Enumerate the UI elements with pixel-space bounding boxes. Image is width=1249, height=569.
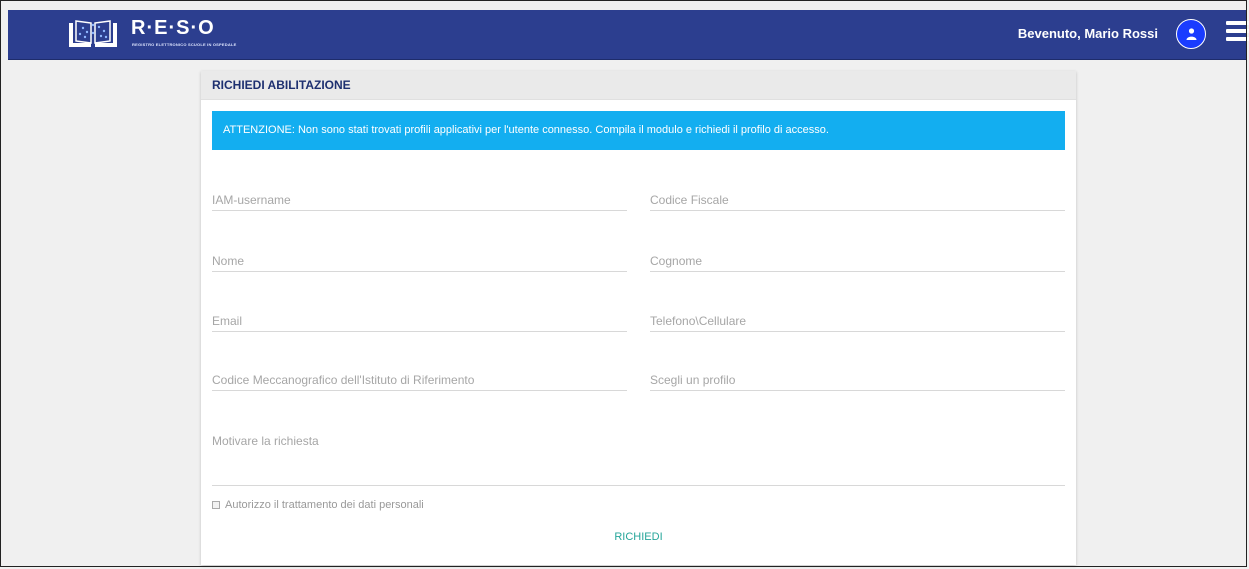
codice-fiscale-input[interactable] — [650, 189, 1065, 211]
iam-username-input[interactable] — [212, 189, 627, 211]
card-title: RICHIEDI ABILITAZIONE — [212, 78, 351, 92]
nome-input[interactable] — [212, 250, 627, 272]
user-icon — [1186, 28, 1197, 40]
request-access-card: RICHIEDI ABILITAZIONE ATTENZIONE: Non so… — [201, 71, 1076, 565]
logo-book-icon — [66, 17, 120, 51]
hamburger-menu-icon[interactable] — [1226, 21, 1249, 43]
top-navbar: R·E·S·O REGISTRO ELETTRONICO SCUOLE IN O… — [8, 10, 1249, 60]
logo-subtitle: REGISTRO ELETTRONICO SCUOLE IN OSPEDALE — [132, 42, 237, 47]
submit-row: RICHIEDI — [201, 531, 1076, 543]
privacy-consent-row[interactable]: Autorizzo il trattamento dei dati person… — [212, 499, 424, 511]
cognome-input[interactable] — [650, 250, 1065, 272]
welcome-user-label: Bevenuto, Mario Rossi — [1017, 26, 1158, 41]
codice-meccanografico-input[interactable] — [212, 369, 627, 391]
profilo-select[interactable] — [650, 369, 1065, 391]
privacy-label: Autorizzo il trattamento dei dati person… — [225, 499, 424, 511]
telefono-input[interactable] — [650, 310, 1065, 332]
email-input[interactable] — [212, 310, 627, 332]
user-avatar-button[interactable] — [1176, 19, 1206, 49]
richiedi-button[interactable]: RICHIEDI — [604, 527, 672, 547]
privacy-checkbox[interactable] — [212, 501, 220, 509]
motivazione-textarea[interactable] — [212, 430, 1065, 486]
warning-alert: ATTENZIONE: Non sono stati trovati profi… — [212, 111, 1065, 150]
logo-text: R·E·S·O — [131, 17, 215, 39]
